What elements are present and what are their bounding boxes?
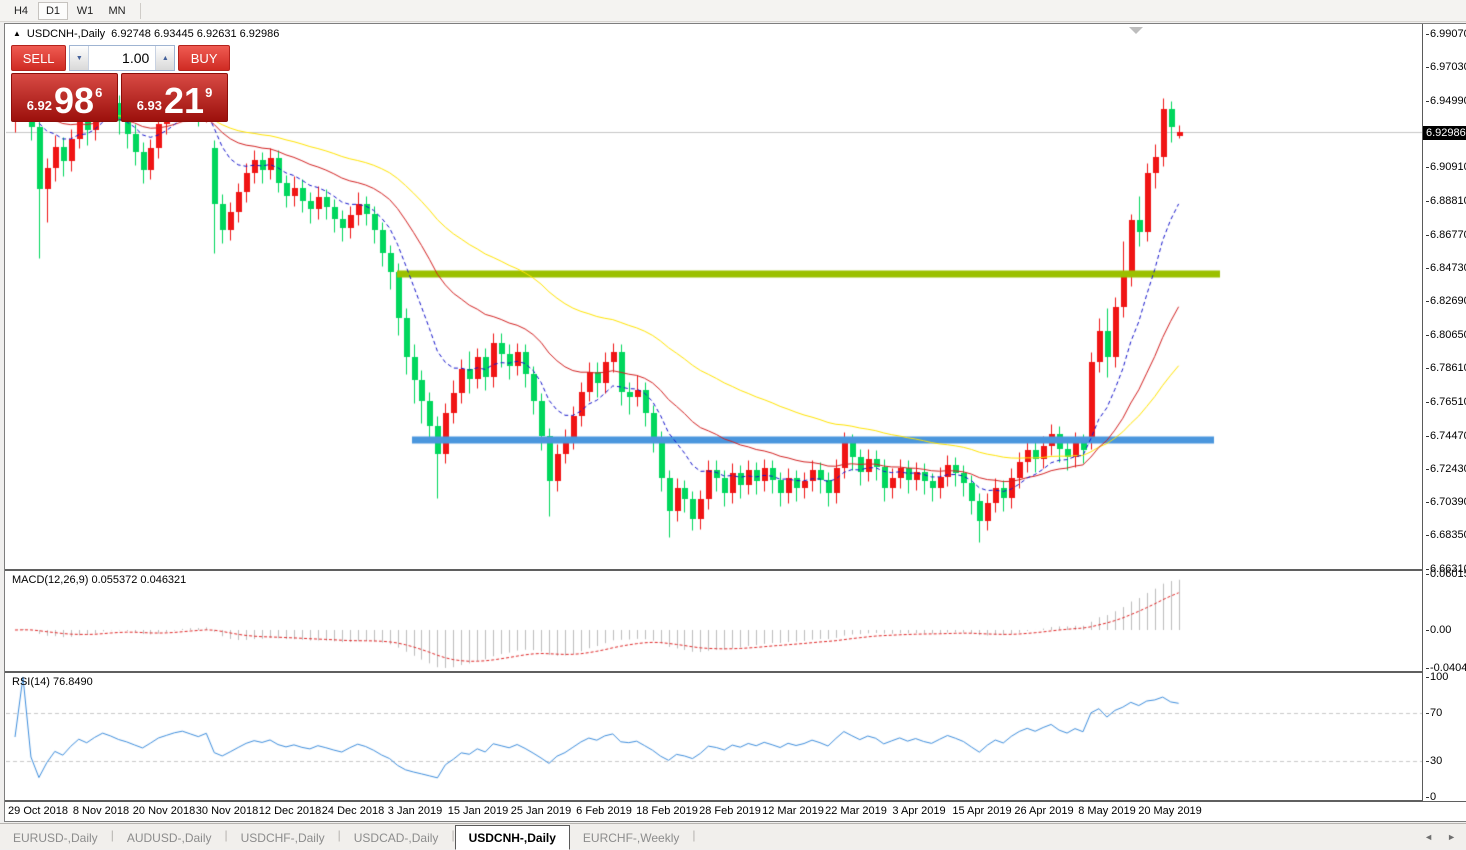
chart-ohlc-values: 6.92748 6.93445 6.92631 6.92986 bbox=[111, 28, 279, 40]
timeframe-toolbar: H4D1W1MN bbox=[0, 0, 1466, 22]
price-axis-label: 6.99070 bbox=[1426, 28, 1466, 40]
tab-scroll-left-icon[interactable]: ◄ bbox=[1424, 832, 1433, 842]
date-axis-label: 3 Jan 2019 bbox=[388, 805, 442, 817]
date-axis-label: 8 May 2019 bbox=[1078, 805, 1135, 817]
buy-price-box[interactable]: 6.93 21 9 bbox=[121, 73, 228, 122]
price-axis-label: 6.76510 bbox=[1426, 396, 1466, 408]
date-axis-label: 18 Feb 2019 bbox=[636, 805, 698, 817]
toolbar-separator bbox=[140, 3, 141, 19]
rsi-chart-canvas[interactable] bbox=[6, 673, 1422, 800]
rsi-axis-label: 100 bbox=[1426, 671, 1448, 683]
date-axis-label: 29 Oct 2018 bbox=[8, 805, 68, 817]
sell-button[interactable]: SELL bbox=[11, 45, 66, 71]
price-axis-label: 6.88810 bbox=[1426, 195, 1466, 207]
date-axis-label: 8 Nov 2018 bbox=[73, 805, 129, 817]
tab-scroll-controls: ◄ ► bbox=[1424, 832, 1456, 842]
tab-scroll-right-icon[interactable]: ► bbox=[1447, 832, 1456, 842]
date-axis-label: 26 Apr 2019 bbox=[1014, 805, 1073, 817]
volume-input[interactable] bbox=[88, 46, 156, 70]
price-axis-label: 6.70390 bbox=[1426, 496, 1466, 508]
price-axis-label: 6.82690 bbox=[1426, 295, 1466, 307]
volume-up-icon[interactable]: ▲ bbox=[156, 46, 174, 70]
price-axis-label: 6.97030 bbox=[1426, 61, 1466, 73]
chart-window: 6.99070 6.97030 6.94990 6.90910 6.88810 6.867… bbox=[4, 23, 1466, 822]
price-axis-label: 6.84730 bbox=[1426, 262, 1466, 274]
rsi-indicator-label: RSI(14) 76.8490 bbox=[12, 676, 93, 688]
date-axis-label: 20 Nov 2018 bbox=[133, 805, 195, 817]
date-axis-label: 15 Jan 2019 bbox=[448, 805, 509, 817]
current-price-tag: 6.92986 bbox=[1423, 126, 1466, 140]
sell-price-big: 98 bbox=[54, 86, 94, 116]
chart-bottom-frame bbox=[5, 800, 1466, 802]
price-axis-label: 6.80650 bbox=[1426, 329, 1466, 341]
price-axis bbox=[1422, 24, 1466, 801]
date-axis-label: 25 Jan 2019 bbox=[511, 805, 572, 817]
date-axis-label: 22 Mar 2019 bbox=[825, 805, 887, 817]
date-axis-label: 20 May 2019 bbox=[1138, 805, 1202, 817]
timeframe-button-h4[interactable]: H4 bbox=[6, 2, 36, 20]
chart-tab-usdcnh[interactable]: USDCNH-,Daily bbox=[455, 825, 570, 850]
buy-price-big: 21 bbox=[164, 86, 204, 116]
chart-tab-eurchf[interactable]: EURCHF-,Weekly bbox=[570, 827, 692, 849]
price-axis-label: 6.74470 bbox=[1426, 430, 1466, 442]
buy-price-small: 6.93 bbox=[137, 98, 162, 113]
macd-indicator-label: MACD(12,26,9) 0.055372 0.046321 bbox=[12, 574, 186, 586]
rsi-axis-label: 70 bbox=[1426, 707, 1442, 719]
date-axis-label: 3 Apr 2019 bbox=[892, 805, 945, 817]
price-axis-label: 6.72430 bbox=[1426, 463, 1466, 475]
volume-down-icon[interactable]: ▼ bbox=[70, 46, 88, 70]
timeframe-button-d1[interactable]: D1 bbox=[38, 2, 68, 20]
collapse-triangle-icon[interactable]: ▲ bbox=[13, 30, 21, 38]
macd-axis-label: 0.060159 bbox=[1426, 568, 1466, 580]
one-click-trade-panel: SELL ▼ ▲ BUY 6.92 98 6 6.93 21 9 bbox=[11, 45, 230, 122]
date-axis-label: 12 Mar 2019 bbox=[762, 805, 824, 817]
date-axis-label: 15 Apr 2019 bbox=[952, 805, 1011, 817]
chart-tab-eurusd[interactable]: EURUSD-,Daily bbox=[0, 827, 111, 849]
macd-chart-canvas[interactable] bbox=[6, 571, 1422, 671]
chart-tab-audusd[interactable]: AUDUSD-,Daily bbox=[114, 827, 225, 849]
chart-tab-usdchf[interactable]: USDCHF-,Daily bbox=[228, 827, 338, 849]
date-axis-label: 30 Nov 2018 bbox=[196, 805, 258, 817]
chart-shift-marker-icon[interactable] bbox=[1129, 27, 1143, 34]
timeframe-button-mn[interactable]: MN bbox=[102, 2, 132, 20]
date-axis-label: 28 Feb 2019 bbox=[699, 805, 761, 817]
price-axis-label: 6.90910 bbox=[1426, 161, 1466, 173]
price-axis-label: 6.78610 bbox=[1426, 362, 1466, 374]
buy-price-pip: 9 bbox=[205, 85, 212, 100]
chart-tab-usdcad[interactable]: USDCAD-,Daily bbox=[341, 827, 452, 849]
timeframe-button-w1[interactable]: W1 bbox=[70, 2, 100, 20]
rsi-axis-label: 0 bbox=[1426, 791, 1436, 803]
sell-price-pip: 6 bbox=[95, 85, 102, 100]
volume-stepper: ▼ ▲ bbox=[69, 45, 175, 71]
price-axis-label: 6.94990 bbox=[1426, 95, 1466, 107]
date-axis-label: 6 Feb 2019 bbox=[576, 805, 632, 817]
sell-price-box[interactable]: 6.92 98 6 bbox=[11, 73, 118, 122]
macd-axis-label: 0.00 bbox=[1426, 624, 1451, 636]
buy-button[interactable]: BUY bbox=[178, 45, 230, 71]
date-axis-label: 24 Dec 2018 bbox=[322, 805, 384, 817]
rsi-axis-label: 30 bbox=[1426, 755, 1442, 767]
chart-tab-bar: EURUSD-,Daily|AUDUSD-,Daily|USDCHF-,Dail… bbox=[0, 823, 1466, 849]
date-axis-label: 12 Dec 2018 bbox=[259, 805, 321, 817]
chart-symbol-label: USDCNH-,Daily bbox=[27, 28, 105, 40]
tab-separator: | bbox=[692, 828, 695, 842]
chart-title: ▲ USDCNH-,Daily 6.92748 6.93445 6.92631 … bbox=[13, 28, 279, 40]
sell-price-small: 6.92 bbox=[27, 98, 52, 113]
price-axis-label: 6.86770 bbox=[1426, 229, 1466, 241]
price-axis-label: 6.68350 bbox=[1426, 529, 1466, 541]
